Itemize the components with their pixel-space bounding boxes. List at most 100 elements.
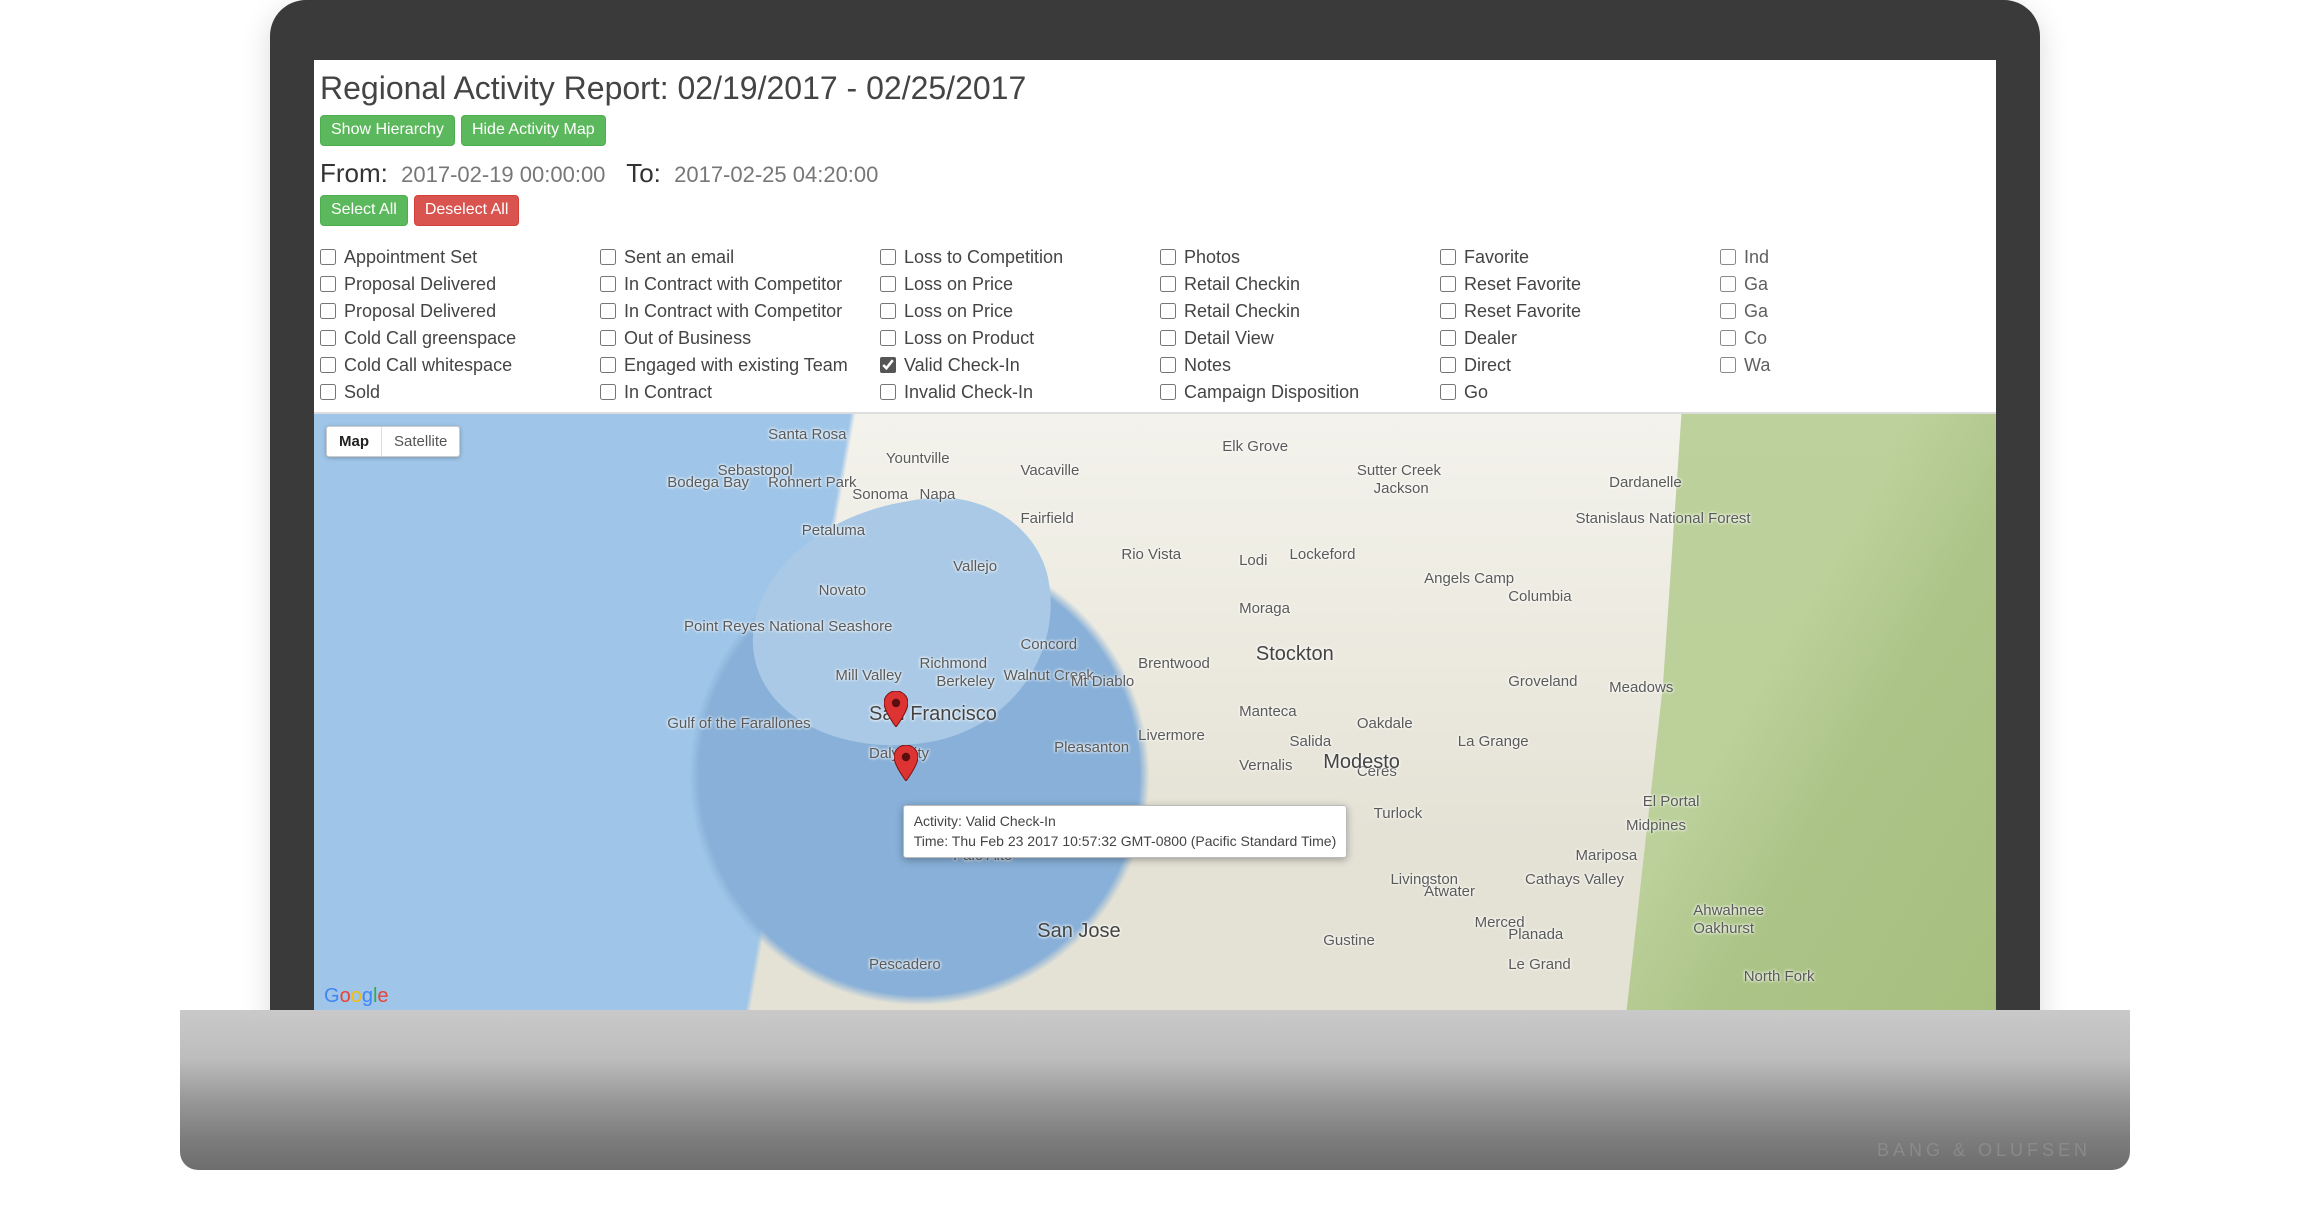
filter-checkbox[interactable] bbox=[1720, 249, 1736, 265]
filter-item[interactable]: Ga bbox=[1720, 298, 1990, 325]
filter-item[interactable]: Valid Check-In bbox=[880, 352, 1150, 379]
filter-checkbox[interactable] bbox=[320, 357, 336, 373]
filter-item[interactable]: Photos bbox=[1160, 244, 1430, 271]
map-marker-icon[interactable] bbox=[884, 691, 908, 727]
filter-checkbox[interactable] bbox=[1440, 330, 1456, 346]
city-label: Petaluma bbox=[802, 522, 865, 539]
view-toolbar: Show Hierarchy Hide Activity Map bbox=[314, 115, 1996, 154]
filter-checkbox[interactable] bbox=[320, 303, 336, 319]
filter-item[interactable]: Sold bbox=[320, 379, 590, 406]
filter-item[interactable]: Notes bbox=[1160, 352, 1430, 379]
filter-label: Cold Call greenspace bbox=[344, 328, 516, 349]
map-info-window: Activity: Valid Check-In Time: Thu Feb 2… bbox=[903, 805, 1348, 858]
city-label: Santa Rosa bbox=[768, 426, 846, 443]
filter-checkbox[interactable] bbox=[1720, 330, 1736, 346]
filter-item[interactable]: Sent an email bbox=[600, 244, 870, 271]
filter-checkbox[interactable] bbox=[600, 330, 616, 346]
city-label: Stanislaus National Forest bbox=[1576, 510, 1751, 527]
filter-item[interactable]: Retail Checkin bbox=[1160, 271, 1430, 298]
city-label: Elk Grove bbox=[1222, 438, 1288, 455]
filter-item[interactable]: Loss on Price bbox=[880, 298, 1150, 325]
filter-item[interactable]: Out of Business bbox=[600, 325, 870, 352]
filter-label: In Contract bbox=[624, 382, 712, 403]
filter-item[interactable]: In Contract with Competitor bbox=[600, 298, 870, 325]
filter-checkbox[interactable] bbox=[1160, 276, 1176, 292]
filter-checkbox[interactable] bbox=[320, 384, 336, 400]
filter-checkbox[interactable] bbox=[1440, 249, 1456, 265]
city-label: Yountville bbox=[886, 450, 950, 467]
city-label: Livermore bbox=[1138, 727, 1205, 744]
filter-item[interactable]: Go bbox=[1440, 379, 1710, 406]
filter-checkbox[interactable] bbox=[600, 303, 616, 319]
city-label: Vallejo bbox=[953, 558, 997, 575]
filter-checkbox[interactable] bbox=[880, 249, 896, 265]
filter-item[interactable]: Loss on Price bbox=[880, 271, 1150, 298]
filter-item[interactable]: Cold Call greenspace bbox=[320, 325, 590, 352]
filter-checkbox[interactable] bbox=[1160, 249, 1176, 265]
filter-checkbox[interactable] bbox=[1440, 357, 1456, 373]
filter-item[interactable]: Appointment Set bbox=[320, 244, 590, 271]
city-label: North Fork bbox=[1744, 968, 1815, 985]
filter-checkbox[interactable] bbox=[880, 357, 896, 373]
filter-item[interactable]: Dealer bbox=[1440, 325, 1710, 352]
filter-checkbox[interactable] bbox=[1440, 276, 1456, 292]
filter-item[interactable]: In Contract bbox=[600, 379, 870, 406]
city-label: Pleasanton bbox=[1054, 739, 1129, 756]
filter-item[interactable]: Retail Checkin bbox=[1160, 298, 1430, 325]
map-type-satellite[interactable]: Satellite bbox=[381, 427, 459, 456]
filter-checkbox[interactable] bbox=[320, 330, 336, 346]
show-hierarchy-button[interactable]: Show Hierarchy bbox=[320, 115, 455, 146]
filter-checkbox[interactable] bbox=[880, 330, 896, 346]
filter-checkbox[interactable] bbox=[1720, 303, 1736, 319]
info-activity-line: Activity: Valid Check-In bbox=[914, 812, 1337, 832]
filter-checkbox[interactable] bbox=[600, 384, 616, 400]
filter-item[interactable]: Co bbox=[1720, 325, 1990, 352]
from-label: From: bbox=[320, 158, 388, 188]
filter-checkbox[interactable] bbox=[1720, 276, 1736, 292]
filter-item[interactable]: Engaged with existing Team bbox=[600, 352, 870, 379]
filter-item[interactable]: Favorite bbox=[1440, 244, 1710, 271]
filter-checkbox[interactable] bbox=[600, 357, 616, 373]
filter-item[interactable]: Invalid Check-In bbox=[880, 379, 1150, 406]
filter-label: Detail View bbox=[1184, 328, 1274, 349]
filter-checkbox[interactable] bbox=[1160, 303, 1176, 319]
filter-item[interactable]: Loss on Product bbox=[880, 325, 1150, 352]
filter-label: In Contract with Competitor bbox=[624, 301, 842, 322]
filter-label: Reset Favorite bbox=[1464, 301, 1581, 322]
filter-item[interactable]: Wa bbox=[1720, 352, 1990, 379]
filter-checkbox[interactable] bbox=[880, 384, 896, 400]
filter-checkbox[interactable] bbox=[1160, 357, 1176, 373]
filter-checkbox[interactable] bbox=[320, 249, 336, 265]
deselect-all-button[interactable]: Deselect All bbox=[414, 195, 520, 226]
select-all-button[interactable]: Select All bbox=[320, 195, 408, 226]
filter-checkbox[interactable] bbox=[320, 276, 336, 292]
city-label: Bodega Bay bbox=[667, 474, 749, 491]
filter-checkbox[interactable] bbox=[1160, 330, 1176, 346]
hide-activity-map-button[interactable]: Hide Activity Map bbox=[461, 115, 606, 146]
filter-item[interactable]: Ind bbox=[1720, 244, 1990, 271]
filter-item[interactable]: In Contract with Competitor bbox=[600, 271, 870, 298]
filter-item[interactable]: Ga bbox=[1720, 271, 1990, 298]
city-label: Planada bbox=[1508, 926, 1563, 943]
filter-checkbox[interactable] bbox=[880, 303, 896, 319]
filter-item[interactable]: Detail View bbox=[1160, 325, 1430, 352]
filter-item[interactable]: Reset Favorite bbox=[1440, 271, 1710, 298]
filter-checkbox[interactable] bbox=[1440, 384, 1456, 400]
filter-checkbox[interactable] bbox=[1440, 303, 1456, 319]
filter-checkbox[interactable] bbox=[600, 249, 616, 265]
filter-item[interactable]: Proposal Delivered bbox=[320, 298, 590, 325]
filter-item[interactable]: Campaign Disposition bbox=[1160, 379, 1430, 406]
filter-checkbox[interactable] bbox=[1720, 357, 1736, 373]
filter-item[interactable]: Proposal Delivered bbox=[320, 271, 590, 298]
filter-checkbox[interactable] bbox=[1160, 384, 1176, 400]
filter-checkbox[interactable] bbox=[600, 276, 616, 292]
activity-map[interactable]: Map Satellite San FranciscoSan JoseDaly … bbox=[314, 414, 1996, 1016]
map-type-map[interactable]: Map bbox=[327, 427, 381, 456]
city-label: Atwater bbox=[1424, 883, 1475, 900]
filter-checkbox[interactable] bbox=[880, 276, 896, 292]
filter-item[interactable]: Loss to Competition bbox=[880, 244, 1150, 271]
filter-item[interactable]: Reset Favorite bbox=[1440, 298, 1710, 325]
filter-item[interactable]: Direct bbox=[1440, 352, 1710, 379]
filter-item[interactable]: Cold Call whitespace bbox=[320, 352, 590, 379]
map-marker-icon[interactable] bbox=[894, 745, 918, 781]
